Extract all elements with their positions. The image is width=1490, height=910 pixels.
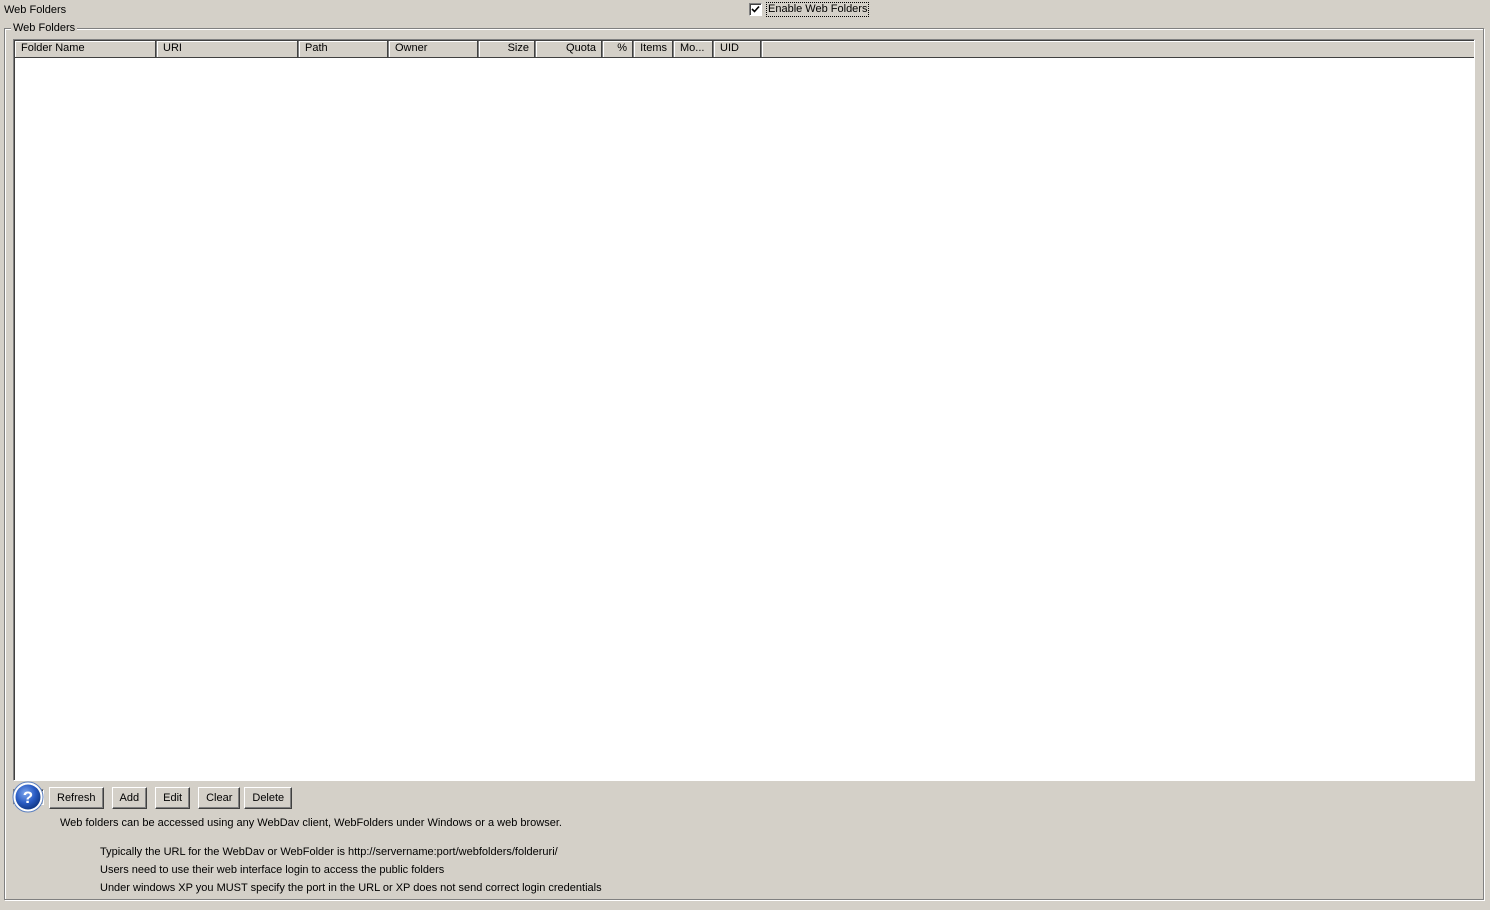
column-header-quota[interactable]: Quota — [536, 41, 603, 57]
enable-web-folders-checkbox[interactable]: Enable Web Folders — [749, 2, 870, 17]
column-header-uri[interactable]: URI — [157, 41, 299, 57]
refresh-button[interactable]: Refresh — [49, 787, 104, 809]
column-header-percent[interactable]: % — [603, 41, 634, 57]
groupbox-legend: Web Folders — [11, 22, 78, 35]
question-icon: ? — [12, 781, 44, 813]
web-folders-groupbox: Web Folders Folder Name URI Path Owner S… — [4, 22, 1484, 900]
info-text-line-1: Web folders can be accessed using any We… — [60, 817, 562, 829]
list-toolbar: Refresh Add Edit Clear Delete — [13, 787, 300, 809]
clear-button[interactable]: Clear — [198, 787, 241, 809]
list-header: Folder Name URI Path Owner Size Quota % … — [15, 41, 1474, 58]
enable-web-folders-label[interactable]: Enable Web Folders — [765, 2, 870, 17]
column-header-size[interactable]: Size — [479, 41, 536, 57]
svg-text:?: ? — [23, 788, 33, 807]
web-folders-list[interactable]: Folder Name URI Path Owner Size Quota % … — [13, 39, 1475, 781]
web-folders-panel: Web Folders Enable Web Folders Web Folde… — [0, 0, 1490, 910]
check-mark-icon — [751, 5, 760, 13]
column-header-mo[interactable]: Mo... — [674, 41, 714, 57]
checkbox-box[interactable] — [749, 3, 762, 16]
info-text-line-3: Users need to use their web interface lo… — [100, 864, 445, 876]
info-text-line-2: Typically the URL for the WebDav or WebF… — [100, 846, 558, 858]
add-button[interactable]: Add — [111, 787, 148, 809]
column-header-items[interactable]: Items — [634, 41, 674, 57]
info-text-line-4: Under windows XP you MUST specify the po… — [100, 882, 602, 894]
column-header-filler — [762, 41, 1474, 57]
column-header-owner[interactable]: Owner — [389, 41, 479, 57]
column-header-uid[interactable]: UID — [714, 41, 762, 57]
delete-button[interactable]: Delete — [244, 787, 293, 809]
column-header-path[interactable]: Path — [299, 41, 389, 57]
panel-title: Web Folders — [4, 4, 67, 16]
edit-button[interactable]: Edit — [155, 787, 191, 809]
column-header-folder-name[interactable]: Folder Name — [15, 41, 157, 57]
